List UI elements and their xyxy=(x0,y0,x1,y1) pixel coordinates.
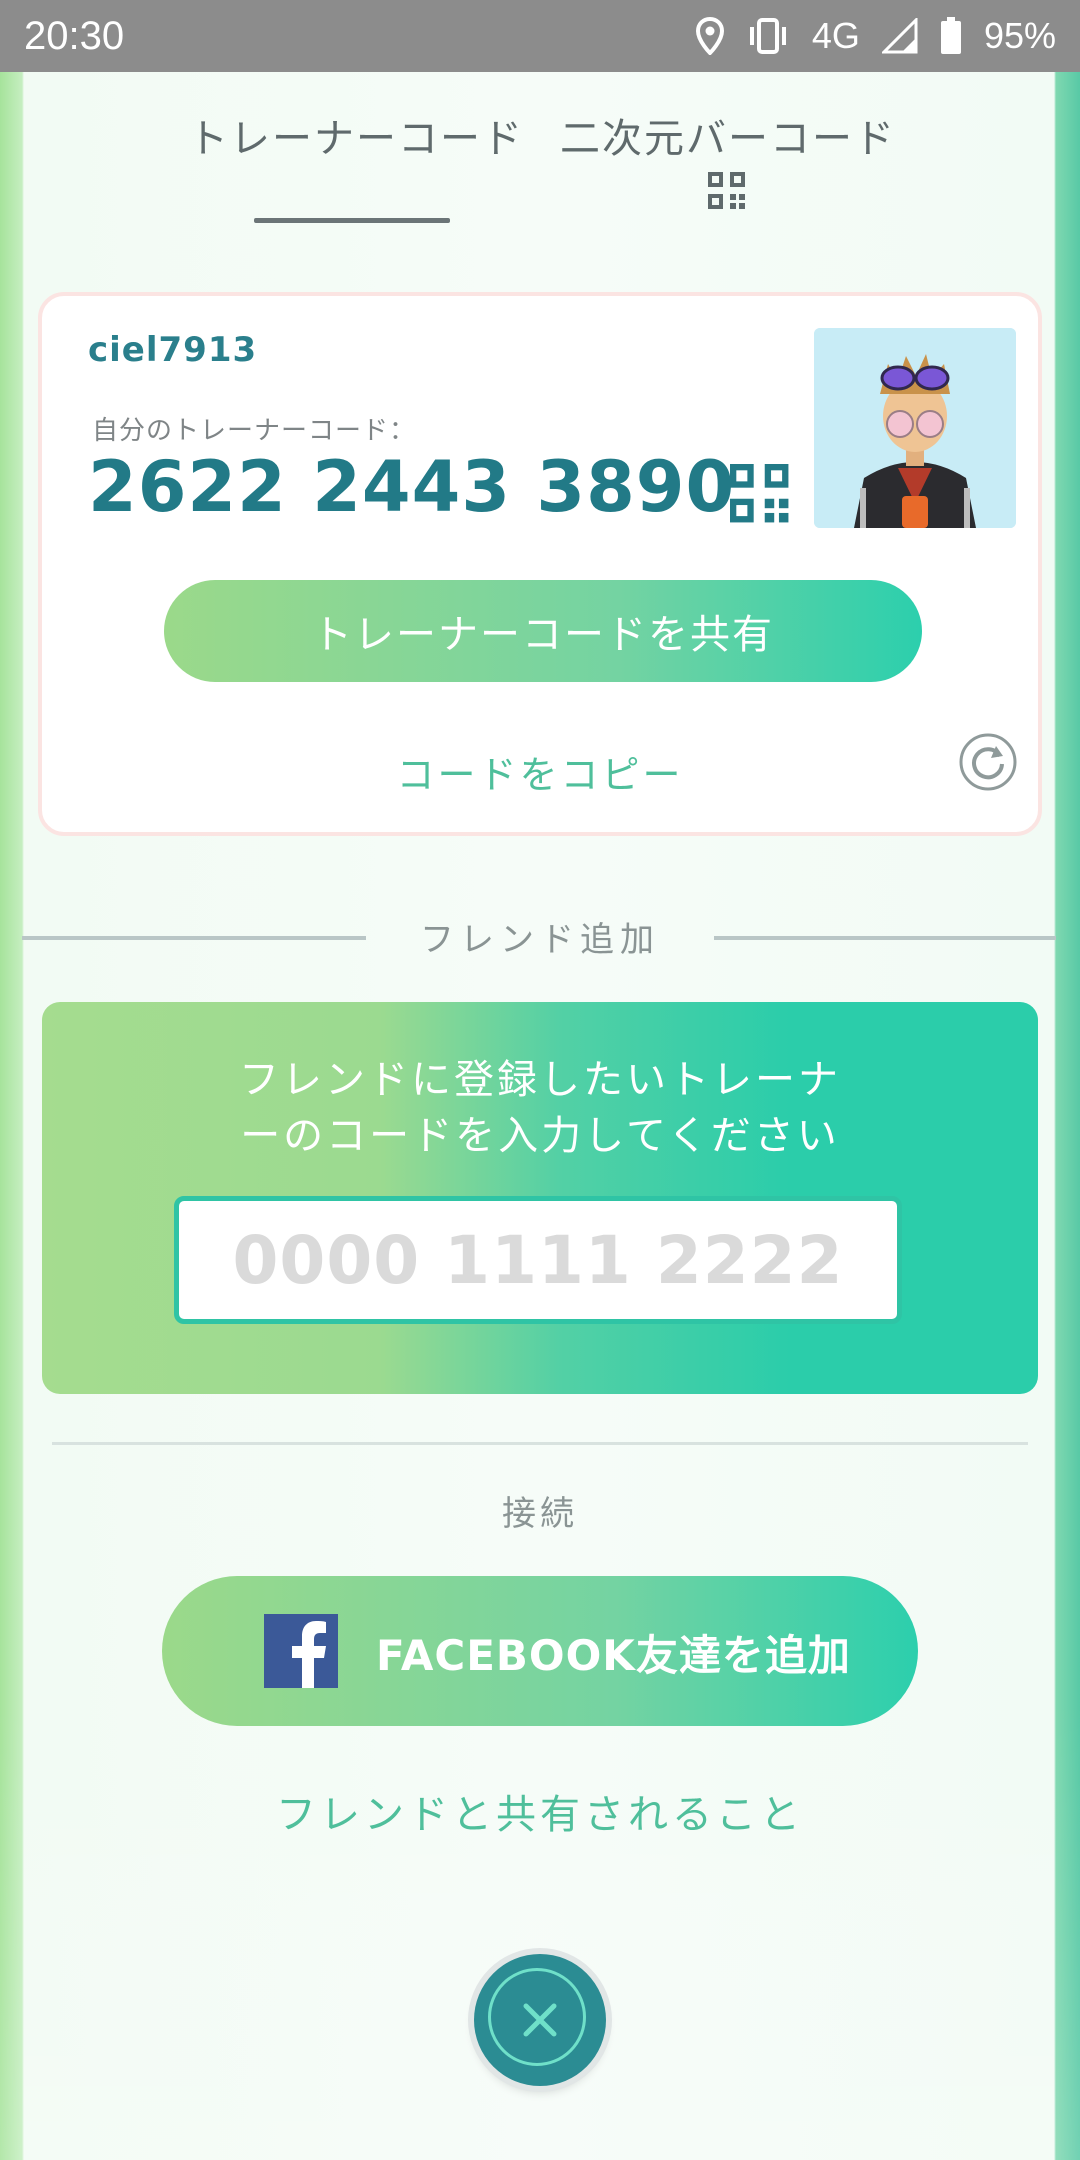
active-tab-indicator xyxy=(254,218,450,223)
tab-qr-code[interactable]: 二次元バーコード xyxy=(560,106,896,164)
trainer-code-value: 2622 2443 3890 xyxy=(88,446,736,528)
close-button[interactable] xyxy=(474,1954,606,2086)
trainer-code-card: ciel7913 自分のトレーナーコード： 2622 2443 3890 トレー… xyxy=(38,292,1042,836)
divider xyxy=(52,1442,1028,1445)
add-friend-instruction: フレンドに登録したいトレーナ ーのコードを入力してください xyxy=(42,1052,1038,1164)
battery-icon xyxy=(940,17,961,54)
facebook-button-label: FACEBOOK友達を追加 xyxy=(376,1631,851,1680)
instruction-line-1: フレンドに登録したいトレーナ xyxy=(239,1057,841,1103)
shared-with-friends-link[interactable]: フレンドと共有されること xyxy=(0,1782,1080,1840)
refresh-icon[interactable] xyxy=(958,732,1018,792)
friend-code-input[interactable] xyxy=(174,1196,902,1324)
trainer-code-label: 自分のトレーナーコード： xyxy=(92,416,417,446)
trainer-avatar-image xyxy=(814,328,1016,528)
share-trainer-code-button[interactable]: トレーナーコードを共有 xyxy=(164,580,922,682)
facebook-icon xyxy=(264,1614,338,1688)
status-bar: 20:30 4G 95% xyxy=(0,0,1080,72)
copy-code-link[interactable]: コードをコピー xyxy=(42,744,1038,799)
signal-icon xyxy=(881,18,918,54)
add-friend-panel: フレンドに登録したいトレーナ ーのコードを入力してください xyxy=(42,1002,1038,1394)
location-icon xyxy=(695,17,724,55)
network-type: 4G xyxy=(811,15,860,56)
status-time: 20:30 xyxy=(24,13,125,58)
status-icons: 4G 95% xyxy=(695,15,1056,57)
close-icon xyxy=(523,2003,557,2037)
trainer-avatar[interactable] xyxy=(814,328,1016,528)
vibrate-icon xyxy=(749,18,786,54)
add-facebook-friends-button[interactable]: FACEBOOK友達を追加 xyxy=(162,1576,918,1726)
tab-bar: トレーナーコード 二次元バーコード xyxy=(0,72,1080,232)
add-friend-section-title: フレンド追加 xyxy=(420,920,660,960)
connect-section-title: 接続 xyxy=(502,1494,578,1534)
tab-trainer-code[interactable]: トレーナーコード xyxy=(188,106,524,164)
battery-level: 95% xyxy=(983,15,1056,56)
qr-code-icon[interactable] xyxy=(730,464,790,524)
instruction-line-2: ーのコードを入力してください xyxy=(240,1113,840,1159)
qr-code-icon[interactable] xyxy=(708,172,746,210)
trainer-username: ciel7913 xyxy=(88,330,258,370)
